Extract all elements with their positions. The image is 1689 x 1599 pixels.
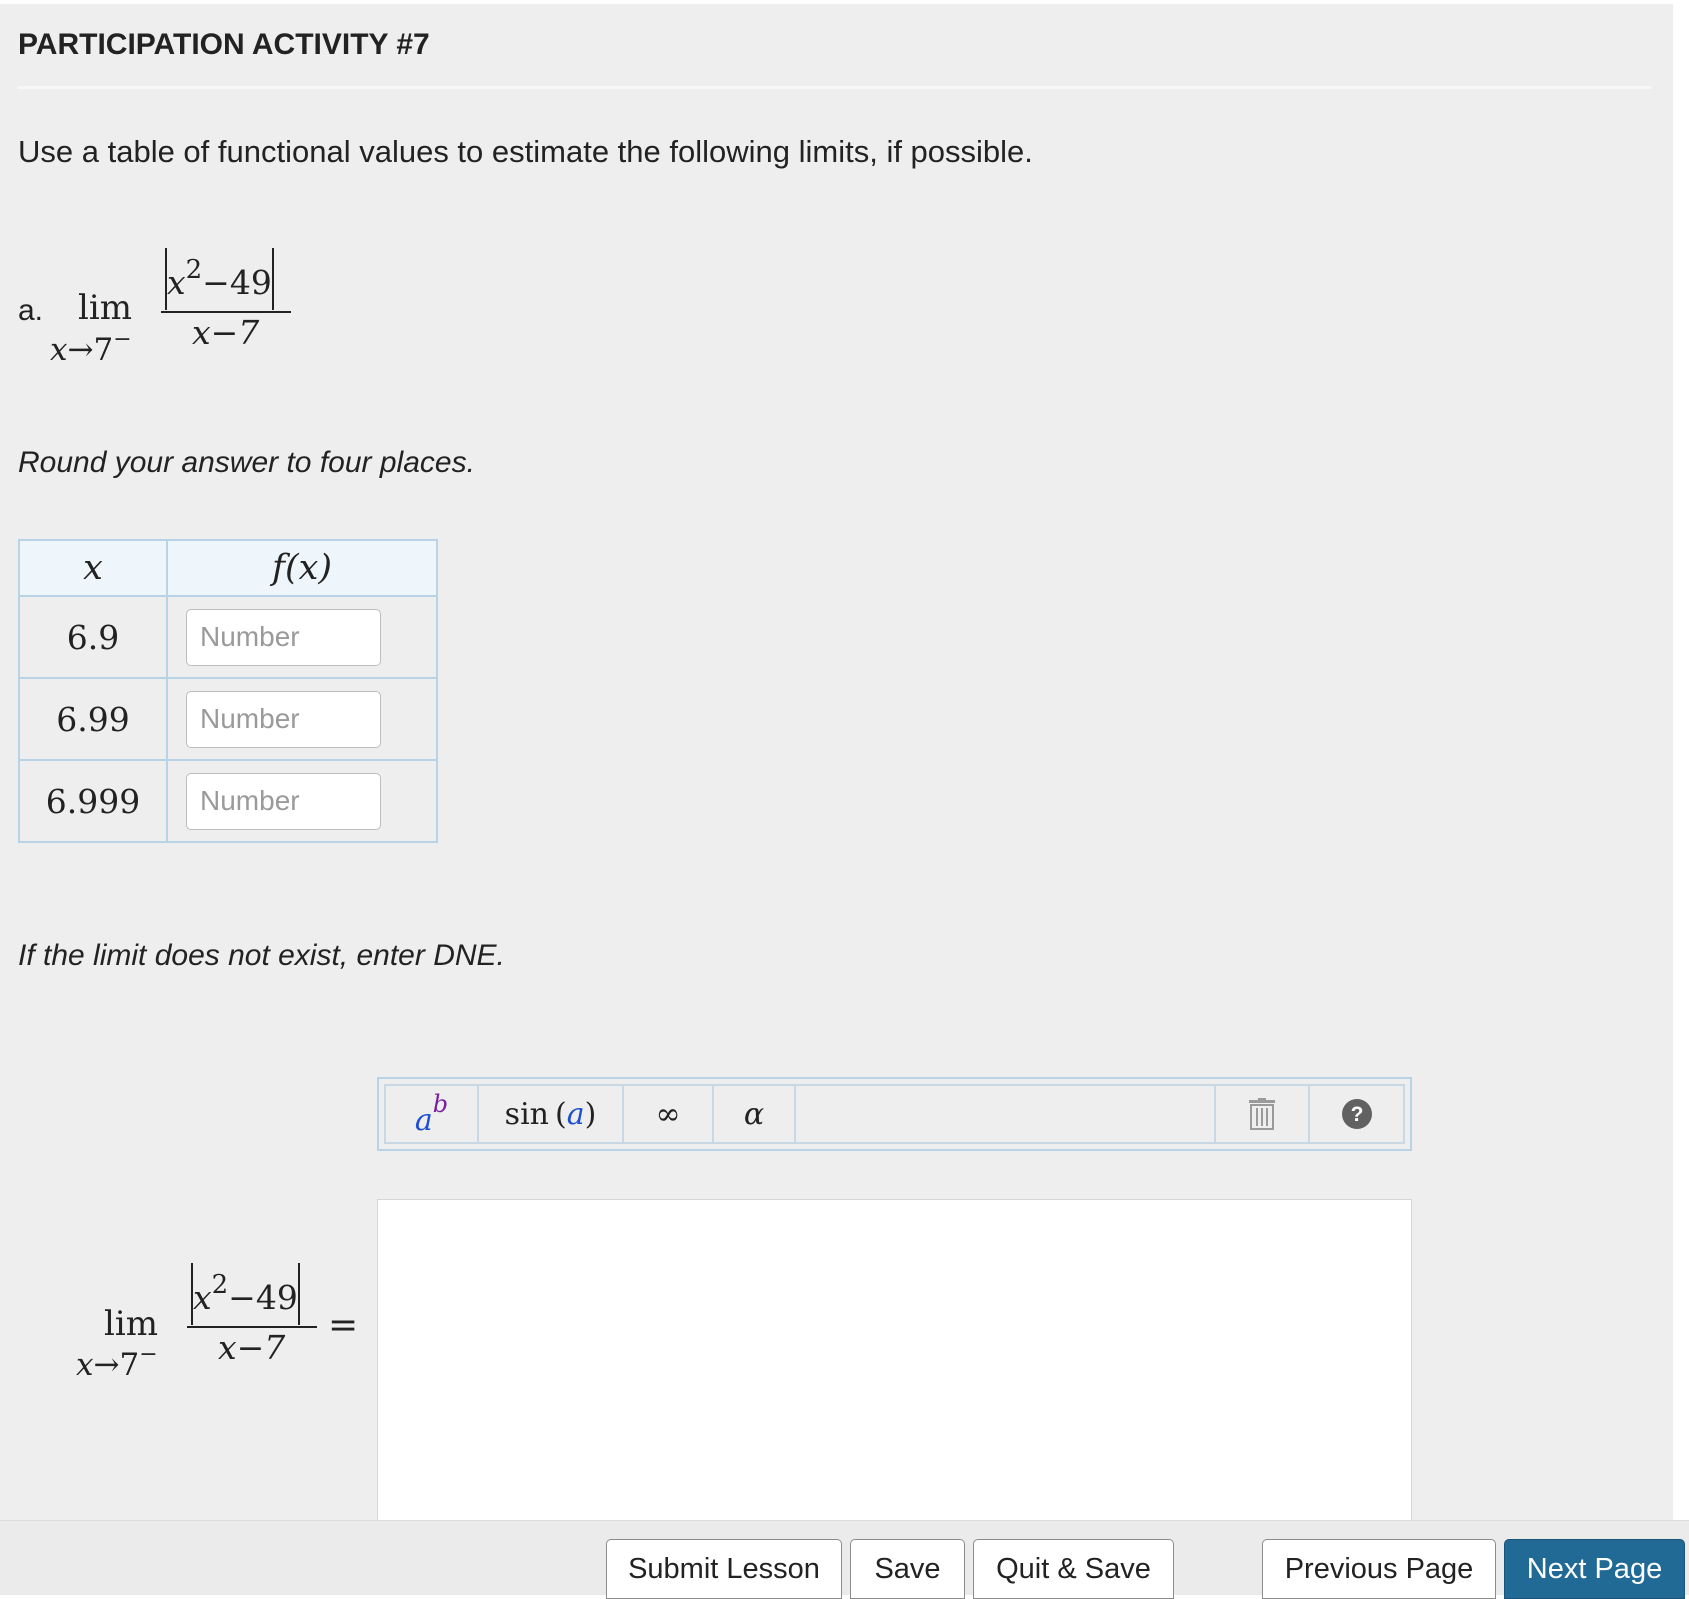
- math-toolbar-frame: ab sin(a) ∞ α ?: [377, 1077, 1412, 1151]
- x-value-cell: 6.99: [18, 677, 168, 761]
- fraction-denominator: x−7: [192, 313, 260, 352]
- sin-button[interactable]: sin(a): [479, 1086, 624, 1142]
- power-button[interactable]: ab: [386, 1086, 479, 1142]
- dne-note: If the limit does not exist, enter DNE.: [18, 939, 505, 972]
- sin-arg: a: [566, 1096, 585, 1132]
- equals-sign: =: [328, 1305, 359, 1346]
- fraction-numerator: x2−49: [191, 1263, 300, 1325]
- toolbar-spacer: [796, 1086, 1216, 1142]
- fraction-denominator: x−7: [218, 1328, 286, 1367]
- power-base: a: [414, 1102, 433, 1138]
- lim-approach: x→7−: [50, 327, 132, 368]
- lim-word: lim: [104, 1304, 158, 1344]
- title-divider: [18, 86, 1652, 89]
- values-table: x f(x) 6.9 6.99 6.999: [18, 539, 438, 843]
- fx-input-3[interactable]: [186, 772, 381, 830]
- infinity-symbol: ∞: [655, 1096, 681, 1132]
- instructions-text: Use a table of functional values to esti…: [18, 134, 1033, 169]
- math-toolbar: ab sin(a) ∞ α ?: [384, 1084, 1405, 1144]
- x-value-cell: 6.9: [18, 595, 168, 679]
- lim-word: lim: [78, 288, 132, 328]
- fraction-numerator: x2−49: [165, 248, 274, 310]
- help-icon: ?: [1341, 1099, 1372, 1129]
- table-row: 6.99: [18, 677, 438, 761]
- fx-cell: [166, 759, 438, 843]
- alpha-button[interactable]: α: [714, 1086, 796, 1142]
- table-row: 6.999: [18, 759, 438, 843]
- quit-save-button[interactable]: Quit & Save: [973, 1539, 1174, 1599]
- page-title: PARTICIPATION ACTIVITY #7: [18, 28, 430, 61]
- next-page-button[interactable]: Next Page: [1504, 1539, 1685, 1599]
- save-button[interactable]: Save: [850, 1539, 965, 1599]
- table-header-row: x f(x): [18, 539, 438, 597]
- fx-input-1[interactable]: [186, 608, 381, 666]
- sin-label: sin: [504, 1096, 549, 1132]
- power-exponent: b: [432, 1090, 449, 1118]
- header-x: x: [18, 539, 168, 597]
- previous-page-button[interactable]: Previous Page: [1262, 1539, 1496, 1599]
- infinity-button[interactable]: ∞: [624, 1086, 714, 1142]
- alpha-symbol: α: [743, 1096, 765, 1132]
- answer-input[interactable]: [377, 1199, 1412, 1529]
- round-note: Round your answer to four places.: [18, 446, 475, 479]
- help-button[interactable]: ?: [1310, 1086, 1403, 1142]
- part-label: a.: [18, 294, 44, 327]
- fx-cell: [166, 595, 438, 679]
- submit-lesson-button[interactable]: Submit Lesson: [606, 1539, 842, 1599]
- fx-input-2[interactable]: [186, 690, 381, 748]
- table-row: 6.9: [18, 595, 438, 679]
- svg-text:?: ?: [1350, 1103, 1363, 1126]
- fx-cell: [166, 677, 438, 761]
- trash-icon: [1249, 1098, 1275, 1130]
- footer-bar: Submit Lesson Save Quit & Save Previous …: [0, 1520, 1689, 1599]
- lim-approach: x→7−: [76, 1342, 158, 1383]
- header-fx: f(x): [166, 539, 438, 597]
- clear-button[interactable]: [1216, 1086, 1310, 1142]
- x-value-cell: 6.999: [18, 759, 168, 843]
